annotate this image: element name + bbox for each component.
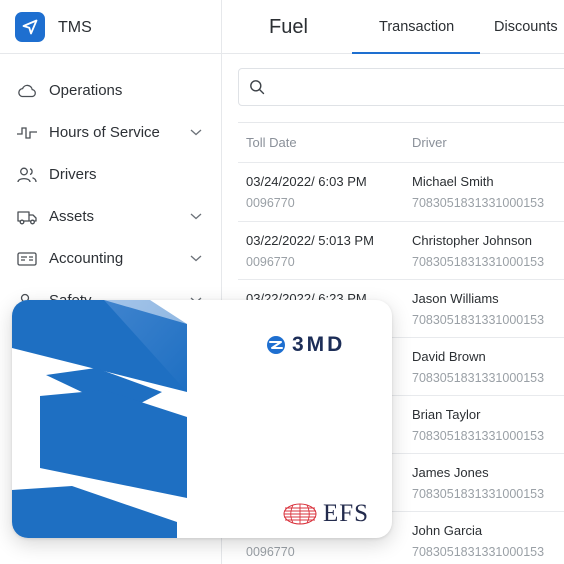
card-number: 7083051831331000153 (412, 429, 545, 443)
sidebar-item-label: Assets (49, 208, 95, 225)
sidebar-item-label: Hours of Service (49, 124, 160, 141)
card-number: 7083051831331000153 (412, 371, 545, 385)
driver-name: David Brown (412, 349, 486, 364)
driver-name: Brian Taylor (412, 407, 481, 422)
active-tab-indicator (352, 52, 480, 54)
brand-emblem-icon (267, 336, 285, 354)
navigation-arrow-icon (15, 12, 45, 42)
app-name: TMS (58, 19, 92, 36)
transaction-code: 0096770 (246, 255, 295, 269)
truck-icon (17, 211, 37, 225)
chevron-down-icon[interactable] (189, 211, 203, 221)
card-brand-logo: 3MD (266, 333, 345, 357)
transaction-code: 0096770 (246, 196, 295, 210)
card-issuer-name: EFS (323, 500, 370, 527)
driver-name: Jason Williams (412, 291, 499, 306)
card-issuer-logo: EFS (282, 500, 369, 528)
card-number: 7083051831331000153 (412, 255, 545, 269)
app-brand[interactable]: TMS (0, 0, 222, 54)
driver-name: John Garcia (412, 523, 483, 538)
card-number: 7083051831331000153 (412, 196, 545, 210)
card-number: 7083051831331000153 (412, 487, 545, 501)
card-number: 7083051831331000153 (412, 545, 545, 559)
sidebar-item-drivers[interactable]: Drivers (0, 157, 222, 193)
driver-name: James Jones (412, 465, 489, 480)
sidebar-item-label: Accounting (49, 250, 124, 267)
sidebar-item-label: Drivers (49, 166, 97, 183)
sidebar-item-label: Operations (49, 82, 123, 99)
sidebar-item-assets[interactable]: Assets (0, 199, 222, 235)
driver-name: Michael Smith (412, 174, 494, 189)
id-card-icon (17, 252, 37, 266)
sidebar-item-hours-of-service[interactable]: Hours of Service (0, 115, 222, 151)
sidebar-item-operations[interactable]: Operations (0, 73, 222, 109)
page-title: Fuel (269, 16, 308, 38)
tab-transaction[interactable]: Transaction (352, 0, 480, 54)
tab-discounts[interactable]: Discounts (480, 0, 564, 54)
driver-name: Christopher Johnson (412, 233, 532, 248)
top-bar: Fuel Transaction Discounts (222, 0, 564, 54)
table-row[interactable]: 03/22/2022/ 5:013 PM 0096770 Christopher… (238, 221, 564, 279)
toll-date: 03/24/2022/ 6:03 PM (246, 174, 367, 189)
transaction-code: 0096770 (246, 545, 295, 559)
chevron-down-icon[interactable] (189, 253, 203, 263)
globe-lines-icon (283, 503, 317, 525)
tab-label: Transaction (379, 19, 455, 35)
cloud-icon (18, 84, 36, 98)
table-row[interactable]: 03/24/2022/ 6:03 PM 0096770 Michael Smit… (238, 162, 564, 220)
chevron-down-icon[interactable] (189, 127, 203, 137)
card-number: 7083051831331000153 (412, 313, 545, 327)
sidebar-item-accounting[interactable]: Accounting (0, 241, 222, 277)
tab-label: Discounts (494, 19, 558, 35)
search-icon (250, 80, 265, 95)
column-header-driver[interactable]: Driver (412, 135, 447, 150)
search-box[interactable] (238, 68, 564, 106)
pulse-icon (17, 127, 37, 139)
search-input[interactable] (275, 69, 564, 105)
toll-date: 03/22/2022/ 5:013 PM (246, 233, 374, 248)
users-icon (17, 167, 37, 183)
column-header-toll-date[interactable]: Toll Date (246, 135, 297, 150)
card-brand-name: 3MD (292, 333, 346, 356)
